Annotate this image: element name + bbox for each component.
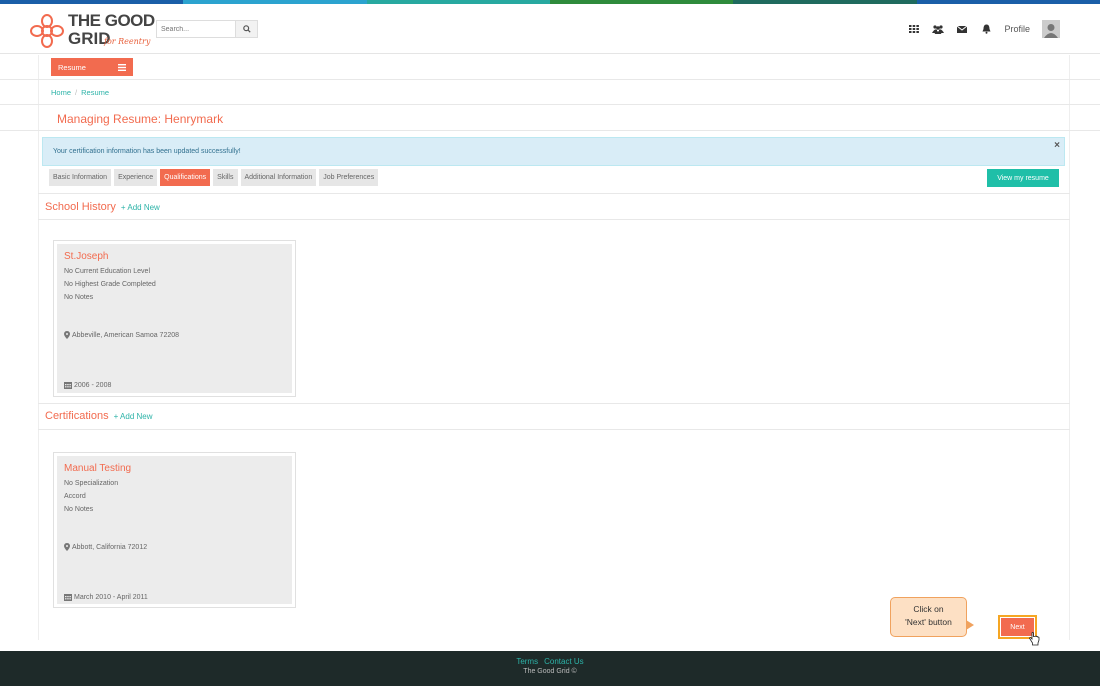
add-certification-link[interactable]: + Add New: [114, 412, 153, 421]
users-icon[interactable]: [932, 23, 945, 35]
close-icon[interactable]: ×: [1054, 140, 1060, 151]
tab-skills[interactable]: Skills: [213, 169, 238, 186]
success-alert: Your certification information has been …: [42, 137, 1065, 166]
header-icons: Profile: [908, 18, 1060, 40]
breadcrumb-current[interactable]: Resume: [81, 88, 109, 97]
tab-additional-information[interactable]: Additional Information: [240, 169, 317, 186]
calendar-icon: [64, 382, 72, 389]
divider: [0, 104, 1100, 105]
hand-cursor-icon: [1029, 632, 1040, 646]
school-card-body: St.Joseph No Current Education Level No …: [57, 244, 292, 393]
certification-dates: March 2010 - April 2011: [64, 593, 148, 601]
contact-link[interactable]: Contact Us: [544, 657, 584, 666]
page-title: Managing Resume: Henrymark: [57, 112, 224, 126]
divider: [38, 429, 1070, 430]
callout-line2: 'Next' button: [905, 617, 952, 627]
profile-link[interactable]: Profile: [1004, 24, 1030, 34]
search-icon: [242, 25, 251, 33]
school-dates-text: 2006 - 2008: [74, 381, 112, 389]
terms-link[interactable]: Terms: [516, 657, 538, 666]
certifications-heading: Certifications + Add New: [45, 410, 153, 422]
divider: [38, 219, 1070, 220]
school-history-title: School History: [45, 201, 116, 213]
logo-flower-icon: [30, 14, 64, 48]
search-bar: [156, 20, 258, 38]
alert-message: Your certification information has been …: [53, 148, 241, 155]
divider: [38, 403, 1070, 404]
hamburger-icon: [118, 63, 126, 71]
logo-tagline: for Reentry: [104, 37, 151, 46]
add-school-link[interactable]: + Add New: [121, 203, 160, 212]
divider: [38, 193, 1070, 194]
school-dates: 2006 - 2008: [64, 381, 111, 389]
logo-text-line1: THE GOOD: [68, 11, 155, 30]
breadcrumb: Home / Resume: [51, 88, 109, 97]
resume-menu-button[interactable]: Resume: [51, 58, 133, 76]
logo[interactable]: THE GOOD GRID for Reentry: [30, 10, 160, 52]
resume-tabs: Basic Information Experience Qualificati…: [49, 169, 379, 186]
breadcrumb-home[interactable]: Home: [51, 88, 71, 97]
school-history-heading: School History + Add New: [45, 201, 160, 213]
certification-detail: No Notes: [64, 506, 94, 513]
footer-copyright: The Good Grid ©: [523, 668, 577, 675]
footer: Terms Contact Us The Good Grid ©: [0, 651, 1100, 686]
school-detail: No Current Education Level: [64, 268, 150, 275]
calendar-icon: [64, 594, 72, 601]
tab-qualifications[interactable]: Qualifications: [160, 169, 211, 186]
certification-card-body: Manual Testing No Specialization Accord …: [57, 456, 292, 604]
tab-basic-information[interactable]: Basic Information: [49, 169, 112, 186]
search-input[interactable]: [156, 20, 236, 38]
grid-icon[interactable]: [908, 23, 920, 35]
map-marker-icon: [64, 331, 70, 339]
tutorial-callout: Click on 'Next' button: [890, 597, 974, 637]
certification-detail: No Specialization: [64, 480, 119, 487]
divider: [0, 130, 1100, 131]
view-resume-button[interactable]: View my resume: [987, 169, 1059, 187]
certification-location: Abbott, California 72012: [64, 543, 147, 551]
school-location-text: Abbeville, American Samoa 72208: [72, 331, 180, 339]
certification-detail: Accord: [64, 493, 86, 500]
bell-icon[interactable]: [980, 23, 992, 35]
search-button[interactable]: [236, 20, 258, 38]
school-detail: No Notes: [64, 294, 94, 301]
footer-links: Terms Contact Us: [0, 657, 1100, 666]
certification-name[interactable]: Manual Testing: [64, 463, 285, 474]
envelope-icon[interactable]: [956, 23, 968, 35]
certification-dates-text: March 2010 - April 2011: [74, 593, 148, 601]
callout-arrow: [966, 620, 974, 630]
top-navbar: THE GOOD GRID for Reentry Profile: [0, 4, 1100, 54]
tab-experience[interactable]: Experience: [114, 169, 158, 186]
map-marker-icon: [64, 543, 70, 551]
certification-card[interactable]: Manual Testing No Specialization Accord …: [53, 452, 296, 608]
school-name[interactable]: St.Joseph: [64, 251, 285, 262]
certification-location-text: Abbott, California 72012: [72, 543, 148, 551]
breadcrumb-separator: /: [75, 88, 78, 97]
tab-job-preferences[interactable]: Job Preferences: [319, 169, 379, 186]
school-detail: No Highest Grade Completed: [64, 281, 156, 288]
certifications-title: Certifications: [45, 410, 109, 422]
callout-line1: Click on: [913, 604, 944, 614]
school-location: Abbeville, American Samoa 72208: [64, 331, 179, 339]
school-card[interactable]: St.Joseph No Current Education Level No …: [53, 240, 296, 397]
avatar-icon[interactable]: [1042, 20, 1060, 38]
divider: [0, 79, 1100, 80]
resume-menu-label: Resume: [58, 62, 86, 72]
